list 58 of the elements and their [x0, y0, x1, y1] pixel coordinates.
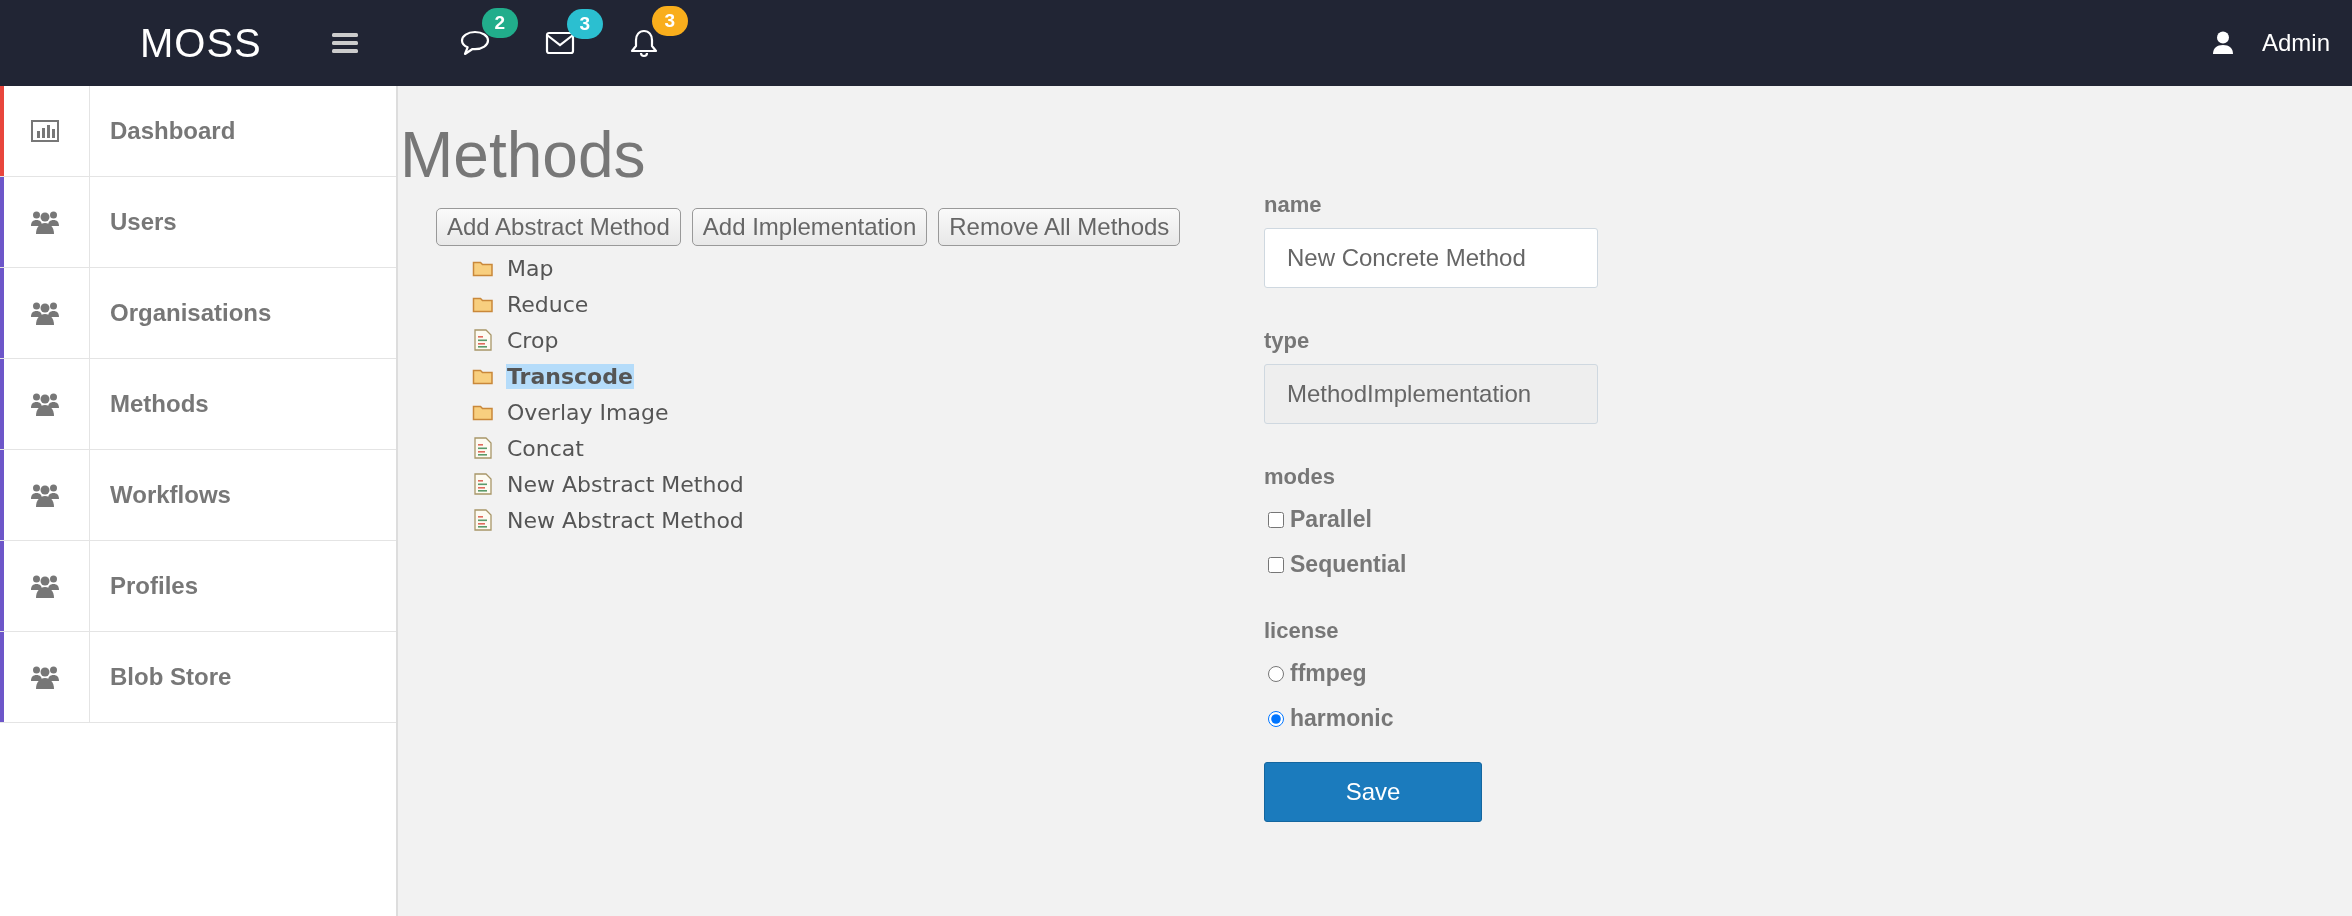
toolbar-button[interactable]: Remove All Methods	[938, 208, 1181, 246]
checkbox-label: Sequential	[1290, 551, 1407, 578]
sidebar-item[interactable]: Dashboard	[0, 86, 396, 177]
tree-item[interactable]: Map	[506, 255, 555, 281]
users-icon	[30, 300, 59, 326]
folder-icon	[472, 259, 494, 277]
folder-icon	[472, 403, 494, 421]
page-title: Methods	[400, 118, 647, 192]
envelope-icon[interactable]	[544, 31, 575, 55]
field-label: type	[1264, 328, 1310, 354]
toolbar-button[interactable]: Add Abstract Method	[436, 208, 681, 246]
users-icon	[30, 209, 59, 235]
sidebar-item[interactable]: Organisations	[0, 268, 396, 359]
tree-item[interactable]: Crop	[506, 327, 560, 353]
sidebar-item[interactable]: Methods	[0, 359, 396, 450]
menu-icon[interactable]	[331, 32, 358, 54]
count-badge: 2	[481, 8, 518, 38]
count-badge: 3	[651, 6, 688, 36]
field-label: modes	[1264, 464, 1335, 490]
speech-bubble-icon[interactable]	[459, 30, 490, 56]
tree-item[interactable]: New Abstract Method	[506, 471, 745, 497]
radio-button[interactable]	[1268, 710, 1284, 727]
users-icon	[30, 391, 59, 417]
name-field[interactable]: New Concrete Method	[1264, 228, 1598, 288]
toolbar-button[interactable]: Add Implementation	[691, 208, 928, 246]
bell-icon[interactable]	[629, 28, 658, 58]
brand-logo[interactable]: MOSS	[140, 20, 262, 66]
field-label: name	[1264, 192, 1322, 218]
sidebar-item[interactable]: Blob Store	[0, 632, 396, 723]
save-button[interactable]: Save	[1264, 762, 1482, 822]
radio-label: harmonic	[1290, 705, 1394, 732]
radio-label: ffmpeg	[1290, 660, 1367, 687]
sidebar-item[interactable]: Profiles	[0, 541, 396, 632]
user-name[interactable]: Admin	[2261, 29, 2330, 57]
tree-item[interactable]: Overlay Image	[506, 399, 670, 425]
document-icon	[472, 473, 494, 495]
document-icon	[472, 329, 494, 351]
checkbox-label: Parallel	[1290, 506, 1372, 533]
checkbox[interactable]	[1268, 511, 1284, 528]
folder-icon	[472, 295, 494, 313]
user-icon[interactable]	[2211, 31, 2234, 55]
users-icon	[30, 664, 59, 690]
bar-chart-icon	[30, 120, 59, 142]
users-icon	[30, 482, 59, 508]
users-icon	[30, 573, 59, 599]
count-badge: 3	[566, 9, 603, 39]
tree-item[interactable]: Transcode	[506, 363, 634, 389]
folder-icon	[472, 367, 494, 385]
tree-item[interactable]: Concat	[506, 435, 585, 461]
sidebar-item[interactable]: Workflows	[0, 450, 396, 541]
field-label: license	[1264, 618, 1339, 644]
document-icon	[472, 509, 494, 531]
checkbox[interactable]	[1268, 556, 1284, 573]
sidebar-item[interactable]: Users	[0, 177, 396, 268]
tree-item[interactable]: New Abstract Method	[506, 507, 745, 533]
document-icon	[472, 437, 494, 459]
radio-button[interactable]	[1268, 665, 1284, 682]
tree-item[interactable]: Reduce	[506, 291, 590, 317]
